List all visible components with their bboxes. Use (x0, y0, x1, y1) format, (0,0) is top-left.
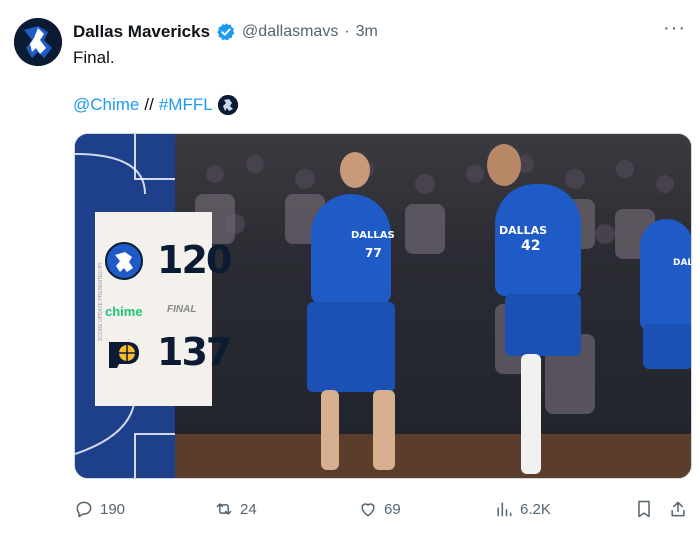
display-name[interactable]: Dallas Mavericks (73, 22, 210, 42)
pacers-score-logo-icon (105, 334, 143, 372)
home-score: 120 (157, 238, 232, 282)
hashtag-emoji-icon (217, 95, 238, 115)
scoreboard: SCORE UPDATE PRESENTED BY 120 chime FINA… (95, 212, 232, 406)
avatar[interactable] (14, 18, 62, 66)
reply-count: 190 (100, 500, 126, 518)
player-77-leg-right (373, 390, 395, 470)
more-options-icon[interactable]: ··· (663, 18, 686, 38)
share-icon (671, 501, 685, 517)
views-button[interactable]: 6.2K (494, 499, 634, 519)
chime-sponsor: chime (105, 304, 143, 319)
repost-count: 24 (240, 500, 257, 518)
heart-icon (361, 503, 375, 517)
like-button[interactable]: 69 (358, 499, 494, 519)
jersey-text-left: DALLAS (351, 230, 395, 241)
tweet-text-line2: @Chime // #MFFL (73, 95, 238, 115)
tweet-card: Dallas Mavericks @dallasmavs · 3m ··· Fi… (0, 0, 700, 533)
mavericks-logo-icon (14, 18, 62, 66)
repost-icon (216, 503, 232, 515)
player-far-right-jersey (640, 219, 691, 329)
final-status: FINAL (167, 304, 197, 315)
repost-button[interactable]: 24 (214, 499, 358, 519)
separator-slashes: // (144, 95, 154, 114)
views-count: 6.2K (520, 500, 551, 518)
player-42-leg (521, 354, 541, 474)
player-77-shorts (307, 302, 395, 392)
like-count: 69 (384, 500, 401, 518)
court-floor (175, 434, 691, 478)
jersey-text-right: DALLAS (499, 224, 548, 237)
jersey-text-far-right: DALLAS (673, 258, 692, 268)
jersey-number-right: 42 (521, 238, 541, 254)
tweet-header: Dallas Mavericks @dallasmavs · 3m (73, 20, 378, 44)
separator-dot: · (344, 23, 350, 40)
player-42-head (487, 144, 521, 186)
timestamp[interactable]: 3m (356, 23, 378, 41)
reply-button[interactable]: 190 (74, 499, 214, 519)
bookmark-icon (638, 500, 650, 518)
crowd-background (175, 134, 691, 478)
bookmark-button[interactable] (634, 499, 668, 519)
player-42-shorts (505, 294, 581, 356)
player-far-right-shorts (643, 324, 691, 369)
tweet-text-line1: Final. (73, 48, 115, 67)
mavericks-score-logo-icon (105, 242, 143, 280)
player-77-head (340, 152, 370, 188)
verified-badge-icon (217, 23, 235, 41)
jersey-number-left: 77 (365, 246, 382, 260)
share-button[interactable] (668, 499, 690, 519)
media-image[interactable]: DALLAS 77 DALLAS 42 DALLAS SCORE UPDATE … (74, 133, 692, 479)
mention-link[interactable]: @Chime (73, 95, 139, 115)
player-77-leg-left (321, 390, 339, 470)
reply-icon (76, 501, 92, 518)
handle[interactable]: @dallasmavs (242, 23, 338, 41)
bar-chart-icon (497, 502, 512, 517)
action-bar: 190 24 69 6.2K (74, 497, 692, 521)
away-score: 137 (157, 330, 232, 374)
hashtag-link[interactable]: #MFFL (159, 95, 213, 115)
